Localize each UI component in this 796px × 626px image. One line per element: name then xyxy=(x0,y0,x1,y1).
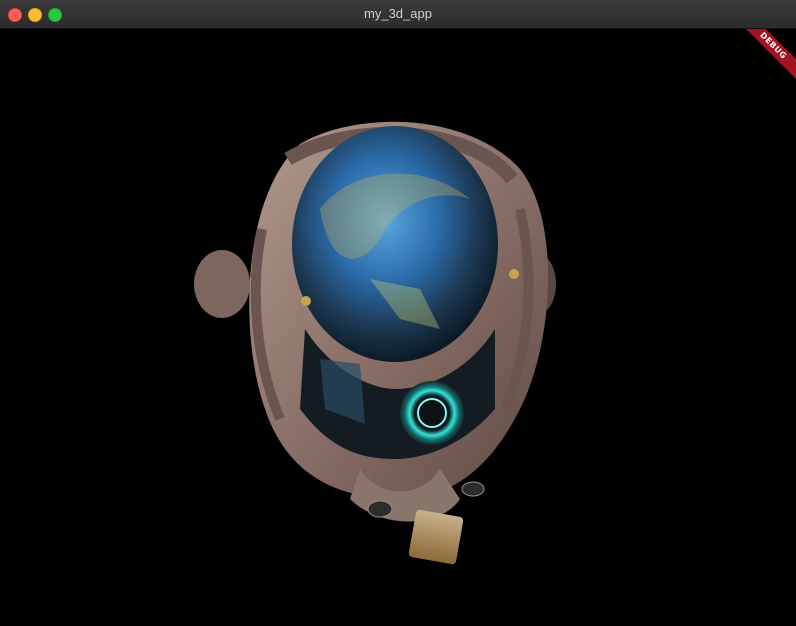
debug-banner: DEBUG xyxy=(736,29,796,89)
visor-dome xyxy=(292,126,498,362)
app-window: my_3d_app DEBUG xyxy=(0,0,796,626)
chin-filter xyxy=(408,509,464,565)
3d-viewport[interactable] xyxy=(0,29,796,626)
title-bar[interactable]: my_3d_app xyxy=(0,0,796,29)
left-ear-piece xyxy=(194,250,250,318)
window-title: my_3d_app xyxy=(364,6,432,21)
helmet-3d-model[interactable] xyxy=(0,29,796,626)
debug-label: DEBUG xyxy=(736,29,796,83)
